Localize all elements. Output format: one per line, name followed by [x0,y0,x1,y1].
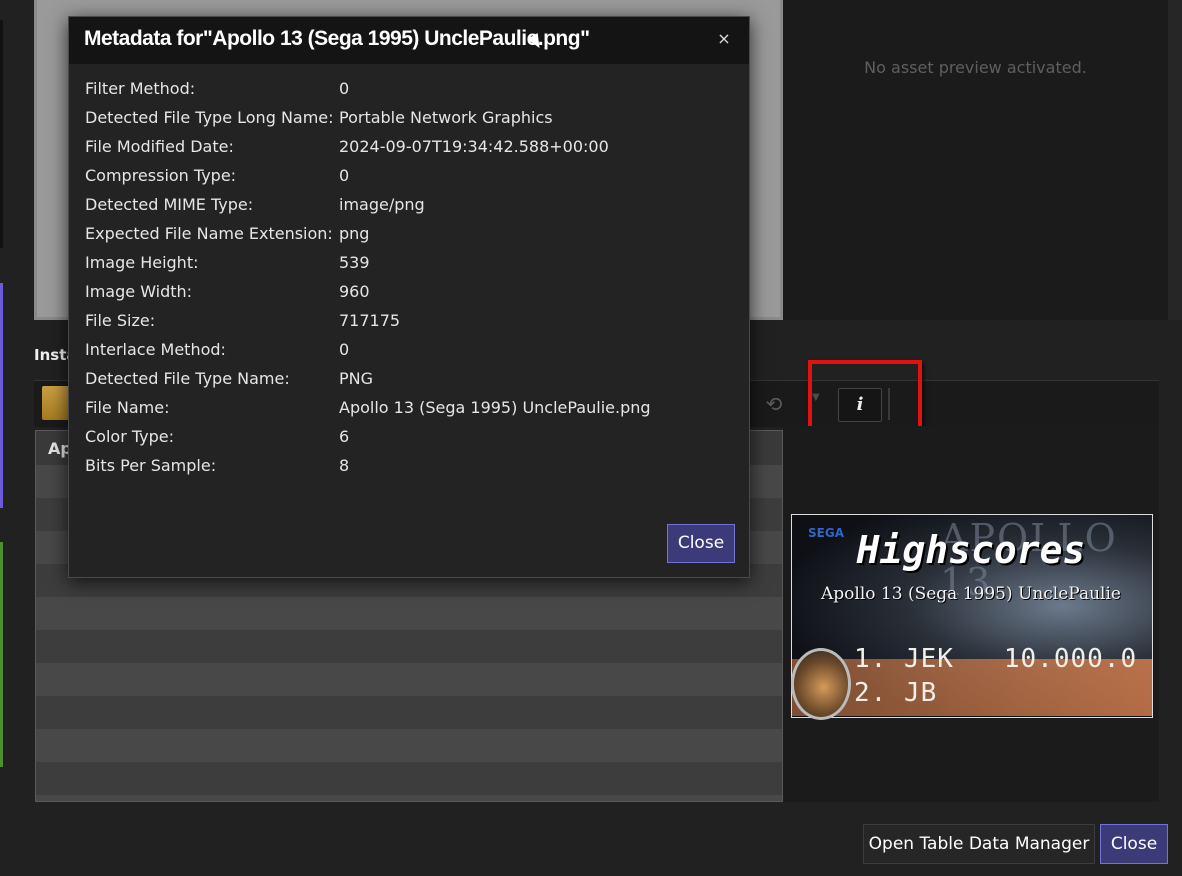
metadata-value: 0 [339,79,350,98]
highscore-subtitle: Apollo 13 (Sega 1995) UnclePaulie [821,584,1121,604]
table-row[interactable] [36,729,782,762]
metadata-value: PNG [339,369,374,388]
close-icon[interactable]: × [715,30,733,48]
metadata-value: png [339,224,370,243]
left-edge-accent-purple [0,283,3,508]
metadata-value: image/png [339,195,425,214]
table-row[interactable] [36,663,782,696]
table-row[interactable] [36,597,782,630]
metadata-dialog: Metadata for"Apollo 13 (Sega 1995) Uncle… [68,16,750,578]
metadata-value: 960 [339,282,370,301]
astronaut-badge-icon [791,648,851,720]
metadata-key: Compression Type: [85,166,237,185]
close-button[interactable]: Close [1100,824,1168,864]
table-row[interactable] [36,762,782,795]
metadata-key: File Modified Date: [85,137,234,156]
table-row[interactable] [36,630,782,663]
left-edge-accent [0,20,3,248]
no-asset-preview-message: No asset preview activated. [864,58,1087,77]
dialog-close-button[interactable]: Close [667,524,735,563]
highscore-row-2: 2. JB [854,678,938,708]
metadata-value: 0 [339,340,350,359]
metadata-key: Detected File Type Long Name: [85,108,334,127]
app-window: No asset preview activated. Insta ⟲ ▼ i … [0,0,1182,876]
metadata-key: Filter Method: [85,79,196,98]
metadata-key: File Size: [85,311,156,330]
dialog-header[interactable]: Metadata for"Apollo 13 (Sega 1995) Uncle… [69,17,749,64]
sync-icon[interactable]: ⟲ [758,390,790,418]
metadata-value: Portable Network Graphics [339,108,553,127]
open-table-data-manager-button[interactable]: Open Table Data Manager [863,824,1095,864]
metadata-key: Image Height: [85,253,199,272]
metadata-key: File Name: [85,398,170,417]
metadata-value: 2024-09-07T19:34:42.588+00:00 [339,137,609,156]
metadata-value: 8 [339,456,350,475]
metadata-key: Detected MIME Type: [85,195,254,214]
metadata-key: Detected File Type Name: [85,369,290,388]
metadata-key: Expected File Name Extension: [85,224,333,243]
highscore-title: Highscores [856,528,1086,572]
metadata-key: Bits Per Sample: [85,456,217,475]
metadata-value: 539 [339,253,370,272]
table-row[interactable] [36,795,782,801]
highscore-row-1: 1. JEK 10.000.0 [854,644,1138,674]
metadata-value: 6 [339,427,350,446]
metadata-key: Color Type: [85,427,174,446]
metadata-key: Image Width: [85,282,193,301]
dialog-title: Metadata for"Apollo 13 (Sega 1995) Uncle… [84,27,590,50]
asset-preview-panel [783,0,1168,320]
right-strip [1168,0,1182,320]
metadata-value: 717175 [339,311,401,330]
metadata-value: 0 [339,166,350,185]
table-row[interactable] [36,696,782,729]
metadata-key: Interlace Method: [85,340,226,359]
metadata-value: Apollo 13 (Sega 1995) UnclePaulie.png [339,398,651,417]
left-edge-accent-green [0,542,3,767]
